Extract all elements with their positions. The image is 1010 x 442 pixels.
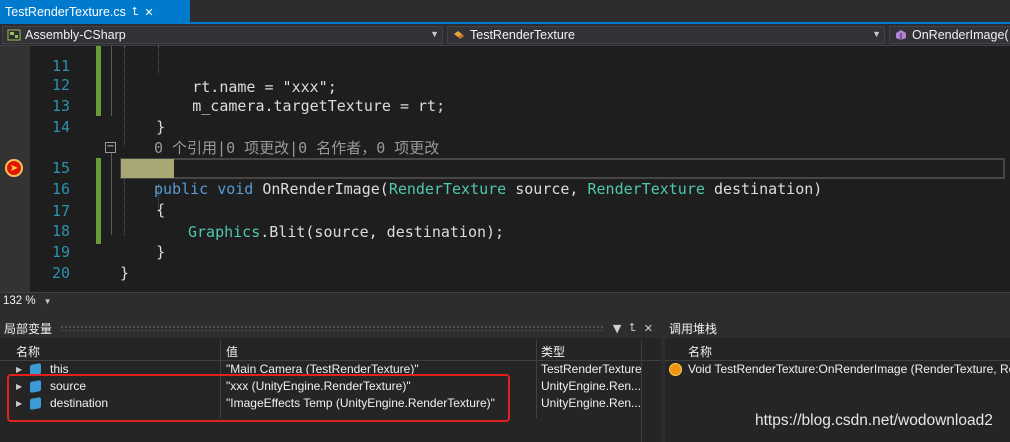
code-line: 19 } [0,221,1010,282]
navigation-bar: Assembly-CSharp ▼ TestRenderTexture ▼ On… [0,24,1010,46]
column-separator [641,340,642,442]
annotation-highlight-box [7,374,510,422]
project-label: Assembly-CSharp [25,28,126,42]
document-tab[interactable]: TestRenderTexture.cs ⮤ ✕ [0,0,190,24]
close-icon[interactable]: ✕ [144,6,153,19]
pin-icon[interactable]: ⮤ [629,321,636,335]
member-label: OnRenderImage( [912,28,1009,42]
column-header-name[interactable]: 名称 [16,341,40,361]
code-line: 20 [0,242,1010,282]
editor-status-bar: 132 % ▼ [0,292,1010,309]
pin-icon[interactable]: ⮤ [132,6,139,19]
codelens-line: 0 个引用|0 项更改|0 名作者，0 项更改 [0,117,1010,157]
current-frame-icon [669,363,682,376]
column-header-type[interactable]: 类型 [541,341,565,361]
code-text: } [120,264,130,282]
column-header-name[interactable]: 名称 [688,341,712,361]
class-label: TestRenderTexture [470,28,575,42]
code-line: 15 public void OnRenderImage(RenderTextu… [0,137,1010,198]
tab-title: TestRenderTexture.cs [5,5,126,19]
drag-grip[interactable] [60,325,605,331]
code-line: 14 [0,96,1010,136]
locals-title-bar: 局部变量 ▼ ⮤ ✕ [0,318,661,338]
zoom-level: 132 % [3,295,36,307]
chevron-down-icon: ▼ [43,296,52,306]
line-number: 20 [51,264,70,282]
class-dropdown[interactable]: TestRenderTexture ▼ [447,26,885,44]
code-line: 13 } [0,75,1010,136]
var-type: TestRenderTexture [541,362,641,376]
class-icon [452,29,466,41]
dropdown-icon[interactable]: ▼ [613,322,621,335]
column-header-value[interactable]: 值 [226,341,238,361]
code-line: 17 Graphics.Blit(source, destination); [0,180,1010,241]
code-line: 16 { [0,158,1010,219]
project-dropdown[interactable]: Assembly-CSharp ▼ [2,26,443,44]
zoom-dropdown[interactable]: 132 % ▼ [3,294,61,308]
code-editor[interactable]: − ➤ 11 rt.name = "xxx"; 12 m_camera.targ… [0,46,1010,292]
chevron-down-icon: ▼ [872,29,881,39]
close-icon[interactable]: ✕ [644,322,653,335]
member-dropdown[interactable]: OnRenderImage( [889,26,1010,44]
code-line: 18 } [0,200,1010,261]
code-line: 12 m_camera.targetTexture = rt; [0,54,1010,115]
method-icon [894,29,908,41]
var-type: UnityEngine.Ren... [541,379,641,393]
panel-title: 局部变量 [4,321,53,336]
frame-name: Void TestRenderTexture:OnRenderImage (Re… [688,362,1010,376]
watermark: https://blog.csdn.net/wodownload2 [755,412,993,429]
var-type: UnityEngine.Ren... [541,396,641,410]
chevron-down-icon: ▼ [430,29,439,39]
csharp-project-icon [7,29,21,41]
callstack-row[interactable]: Void TestRenderTexture:OnRenderImage (Re… [665,361,1010,378]
callstack-title-bar: 调用堆栈 [665,318,1010,338]
document-tab-strip: TestRenderTexture.cs ⮤ ✕ [0,0,1010,24]
panel-title: 调用堆栈 [669,321,718,336]
